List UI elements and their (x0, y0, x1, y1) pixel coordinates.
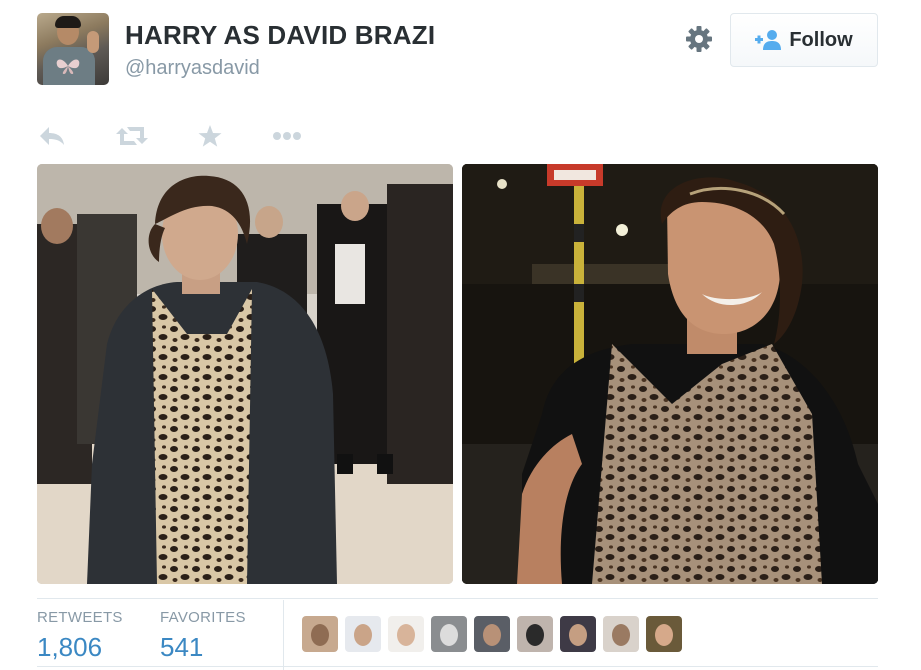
user-handle[interactable]: @harryasdavid (125, 57, 260, 80)
favoriter-face (526, 624, 544, 646)
tweet-photo-right[interactable] (462, 164, 878, 584)
reply-icon[interactable] (38, 124, 66, 148)
add-user-icon (755, 30, 782, 50)
follow-label: Follow (789, 28, 853, 51)
favoriter-face (440, 624, 458, 646)
favoriters-list (302, 616, 682, 652)
favoriter-avatar[interactable] (517, 616, 553, 652)
retweets-label: RETWEETS (37, 609, 123, 626)
avatar-peace-hand (87, 31, 99, 53)
favoriter-avatar[interactable] (345, 616, 381, 652)
favoriter-face (655, 624, 673, 646)
tweet-photo-left[interactable] (37, 164, 453, 584)
favoriter-avatar[interactable] (603, 616, 639, 652)
follow-button[interactable]: Follow (730, 13, 878, 67)
more-icon[interactable] (272, 124, 302, 148)
stats-divider-top (37, 598, 878, 599)
favoriter-avatar[interactable] (474, 616, 510, 652)
favorites-label: FAVORITES (160, 609, 246, 626)
gear-icon[interactable] (684, 24, 714, 54)
favorites-count[interactable]: 541 (160, 632, 246, 663)
favoriter-avatar[interactable] (560, 616, 596, 652)
favoriter-face (397, 624, 415, 646)
retweet-icon[interactable] (116, 124, 148, 148)
display-name[interactable]: HARRY AS DAVID BRAZI (125, 20, 435, 51)
butterfly-print (56, 59, 80, 74)
favoriter-face (569, 624, 587, 646)
favoriter-avatar[interactable] (302, 616, 338, 652)
retweets-count[interactable]: 1,806 (37, 632, 123, 663)
favoriter-avatar[interactable] (646, 616, 682, 652)
favoriter-face (311, 624, 329, 646)
retweets-stat[interactable]: RETWEETS 1,806 (37, 609, 123, 663)
stats-separator (283, 600, 284, 670)
photo-right-scene (462, 164, 878, 584)
favoriter-face (354, 624, 372, 646)
stats-divider-bottom (37, 666, 878, 667)
photo-left-scene (37, 164, 453, 584)
favorites-stat[interactable]: FAVORITES 541 (160, 609, 246, 663)
favoriter-face (612, 624, 630, 646)
favoriter-face (483, 624, 501, 646)
favoriter-avatar[interactable] (431, 616, 467, 652)
star-icon[interactable] (198, 124, 222, 148)
favoriter-avatar[interactable] (388, 616, 424, 652)
avatar-hair (55, 16, 81, 28)
profile-avatar[interactable] (37, 13, 109, 85)
